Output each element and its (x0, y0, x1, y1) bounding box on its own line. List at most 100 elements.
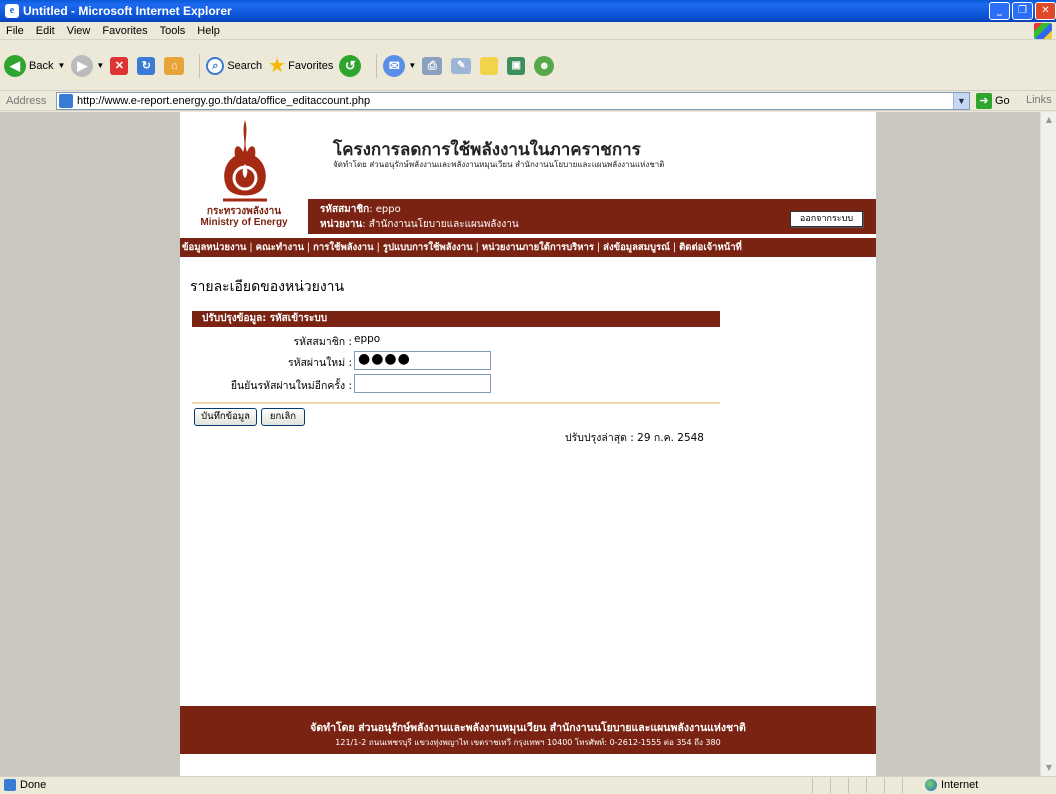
chevron-down-icon: ▼ (96, 61, 105, 70)
menu-bar: File Edit View Favorites Tools Help (0, 22, 1056, 40)
user-info-bar: รหัสสมาชิก: eppo หน่วยงาน: สำนักงานนโยบา… (308, 199, 876, 234)
member-label: รหัสสมาชิก : (293, 336, 352, 348)
browser-toolbar: ◀ Back ▼ ▶ ▼ ✕ ↻ ⌂ ⌕ Search ★ Favorites … (0, 41, 1056, 91)
back-label: Back (29, 59, 54, 72)
page-icon (59, 94, 73, 108)
user-unit-label: หน่วยงาน (320, 219, 363, 230)
mail-button[interactable]: ✉ ▼ (383, 54, 416, 77)
menu-view[interactable]: View (61, 25, 97, 37)
nav-separator: | (249, 242, 253, 253)
status-panels (812, 778, 920, 793)
print-button[interactable]: ⎙ (422, 56, 445, 75)
nav-separator: | (475, 242, 479, 253)
account-form: ปรับปรุงข้อมูล: รหัสเข้าระบบ รหัสสมาชิก … (192, 311, 720, 430)
stop-button[interactable]: ✕ (110, 56, 131, 75)
star-icon: ★ (268, 55, 287, 77)
project-subtitle: จัดทำโดย ส่วนอนุรักษ์พลังงานและพลังงานหม… (333, 160, 665, 169)
maximize-button[interactable]: ❐ (1012, 2, 1033, 20)
links-button[interactable]: Links (1026, 94, 1052, 106)
nav-agency-info[interactable]: ข้อมูลหน่วยงาน (182, 240, 246, 255)
history-button[interactable]: ↺ (339, 54, 364, 77)
close-button[interactable]: ✕ (1035, 2, 1056, 20)
zone-label: Internet (941, 779, 979, 791)
messenger-button[interactable]: ☻ (534, 55, 557, 76)
user-unit: หน่วยงาน: สำนักงานนโยบายและแผนพลังงาน (320, 217, 519, 232)
address-dropdown-button[interactable]: ▼ (953, 93, 969, 109)
discuss-button[interactable] (480, 56, 501, 75)
address-label: Address (6, 94, 47, 107)
window-titlebar: e Untitled - Microsoft Internet Explorer… (0, 0, 1056, 22)
menu-help[interactable]: Help (191, 25, 226, 37)
nav-contact-staff[interactable]: ติดต่อเจ้าหน้าที่ (679, 240, 742, 255)
page-title: รายละเอียดของหน่วยงาน (190, 279, 345, 295)
scroll-down-icon[interactable]: ▼ (1042, 761, 1056, 775)
nav-submit-complete[interactable]: ส่งข้อมูลสมบูรณ์ (603, 240, 670, 255)
cancel-button[interactable]: ยกเลิก (261, 408, 305, 426)
window-controls: _ ❐ ✕ (989, 2, 1056, 20)
favorites-button[interactable]: ★ Favorites (268, 53, 333, 78)
minimize-button[interactable]: _ (989, 2, 1010, 20)
nav-working-group[interactable]: คณะทำงาน (256, 240, 304, 255)
new-password-label: รหัสผ่านใหม่ : (287, 357, 352, 369)
home-button[interactable]: ⌂ (164, 56, 187, 75)
forward-arrow-icon: ▶ (71, 54, 94, 77)
chevron-down-icon: ▼ (57, 61, 66, 70)
vertical-scrollbar[interactable]: ▲ ▼ (1040, 112, 1056, 776)
form-actions: บันทึกข้อมูล ยกเลิก (192, 408, 720, 430)
toolbar-divider (376, 53, 378, 78)
new-password-field[interactable]: ●●●● (354, 351, 491, 370)
nav-usage-pattern[interactable]: รูปแบบการใช้พลังงาน (383, 240, 473, 255)
research-button[interactable]: ▣ (507, 56, 528, 75)
status-done: Done (20, 779, 47, 791)
address-url: http://www.e-report.energy.go.th/data/of… (77, 95, 371, 107)
mail-icon: ✉ (383, 54, 406, 77)
address-input[interactable]: http://www.e-report.energy.go.th/data/of… (56, 92, 970, 110)
scroll-up-icon[interactable]: ▲ (1042, 113, 1056, 127)
research-icon: ▣ (507, 56, 526, 75)
page-icon (4, 779, 16, 791)
messenger-icon: ☻ (534, 55, 555, 76)
user-code: รหัสสมาชิก: eppo (320, 202, 401, 217)
member-row: รหัสสมาชิก : eppo (192, 329, 720, 350)
security-zone: Internet (925, 779, 978, 791)
nav-separator: | (306, 242, 311, 253)
confirm-password-label: ยืนยันรหัสผ่านใหม่อีกครั้ง : (230, 380, 352, 392)
nav-separator: | (376, 242, 380, 253)
save-button[interactable]: บันทึกข้อมูล (194, 408, 257, 426)
menu-edit[interactable]: Edit (30, 25, 61, 37)
status-panel (848, 778, 866, 793)
status-panel (830, 778, 848, 793)
edit-page-icon: ✎ (451, 57, 472, 74)
forward-button[interactable]: ▶ ▼ (71, 54, 105, 77)
folder-icon (480, 56, 499, 75)
favorites-label: Favorites (288, 59, 334, 72)
refresh-button[interactable]: ↻ (137, 56, 158, 75)
go-button[interactable]: ➜ Go (976, 93, 1010, 109)
window-title: Untitled - Microsoft Internet Explorer (23, 4, 232, 18)
nav-sub-agencies[interactable]: หน่วยงานภายใต้การบริหาร (482, 240, 594, 255)
toolbar-divider (199, 53, 201, 78)
ministry-name-english: Ministry of Energy (200, 217, 288, 228)
footer-address: 121/1-2 ถนนเพชรบุรี แขวงทุ่งพญาไท เขตราช… (335, 738, 721, 747)
status-text: Done (4, 779, 46, 791)
member-value: eppo (354, 333, 381, 345)
nav-separator: | (672, 242, 677, 253)
menu-tools[interactable]: Tools (154, 25, 192, 37)
nav-energy-usage[interactable]: การใช้พลังงาน (313, 240, 373, 255)
status-panel (866, 778, 884, 793)
logout-button[interactable]: ออกจากระบบ (790, 211, 863, 227)
confirm-password-row: ยืนยันรหัสผ่านใหม่อีกครั้ง : (192, 373, 720, 394)
search-button[interactable]: ⌕ Search (206, 56, 262, 75)
menu-file[interactable]: File (0, 25, 30, 37)
back-button[interactable]: ◀ Back ▼ (4, 54, 66, 77)
history-icon: ↺ (339, 54, 362, 77)
status-bar: Done Internet (0, 776, 1056, 794)
printer-icon: ⎙ (422, 56, 443, 75)
confirm-password-field[interactable] (354, 374, 491, 393)
search-icon: ⌕ (206, 56, 225, 75)
globe-icon (925, 779, 937, 791)
edit-button[interactable]: ✎ (451, 57, 474, 74)
menu-favorites[interactable]: Favorites (96, 25, 153, 37)
browser-viewport: กระทรวงพลังงาน Ministry of Energy โครงกา… (0, 112, 1040, 776)
form-divider (192, 402, 720, 404)
